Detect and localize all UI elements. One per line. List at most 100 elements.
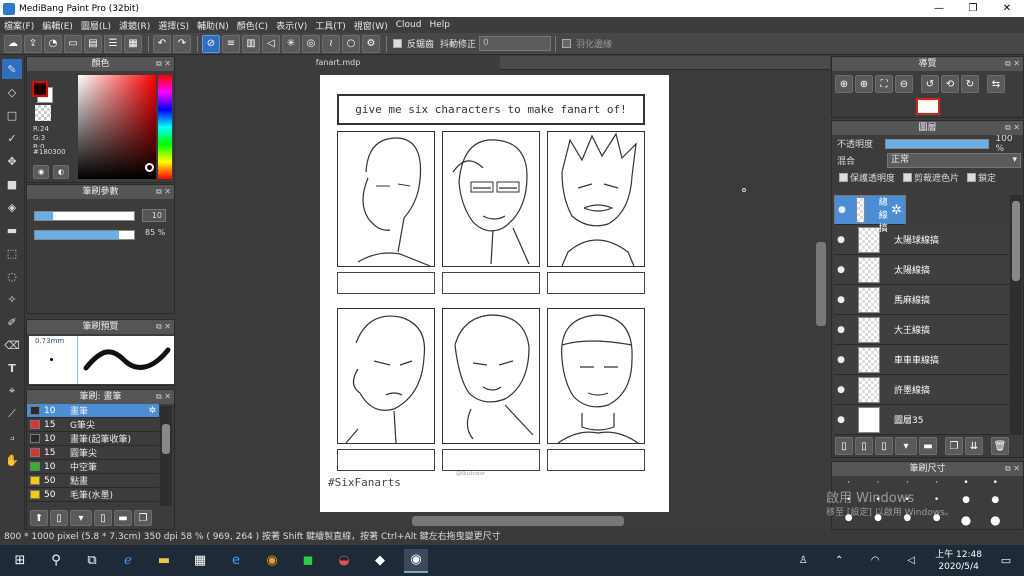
eye-icon[interactable]: ● bbox=[834, 295, 848, 305]
add-layer-menu-icon[interactable]: ▾ bbox=[895, 437, 917, 455]
layer-item[interactable]: ● 許墨線搞 bbox=[834, 375, 1009, 405]
fit-icon[interactable]: ⛶ bbox=[875, 75, 893, 93]
menu-help[interactable]: Help bbox=[425, 20, 454, 30]
new-halftone-layer-icon[interactable]: ▯ bbox=[855, 437, 873, 455]
panel-controls-icon[interactable]: ⧉ ✕ bbox=[1005, 57, 1020, 71]
medibang-taskbar-icon[interactable]: ◉ bbox=[404, 548, 428, 573]
brush-size-value[interactable]: 10 bbox=[142, 209, 166, 222]
list-icon[interactable]: ☰ bbox=[104, 34, 122, 53]
panel-controls-icon[interactable]: ⧉ ✕ bbox=[156, 57, 171, 71]
fill-rect-tool-icon[interactable]: ■ bbox=[2, 174, 22, 194]
menu-edit[interactable]: 編輯(E) bbox=[38, 19, 77, 32]
edge-icon[interactable]: ℯ bbox=[116, 549, 140, 573]
eye-icon[interactable]: ● bbox=[834, 355, 848, 365]
eye-icon[interactable]: ● bbox=[834, 265, 848, 275]
canvas-page[interactable]: give me six characters to make fanart of… bbox=[320, 75, 669, 512]
snap-off-icon[interactable]: ⊘ bbox=[202, 34, 220, 53]
trash-icon[interactable]: 🗑 bbox=[991, 437, 1009, 455]
restore-button[interactable]: ❐ bbox=[956, 0, 990, 17]
eye-icon[interactable]: ● bbox=[834, 415, 848, 425]
brush-item[interactable]: 10 中空筆 bbox=[27, 460, 159, 474]
volume-icon[interactable]: ◁ bbox=[899, 549, 923, 573]
menu-view[interactable]: 表示(V) bbox=[272, 19, 311, 32]
brush-item[interactable]: 10 畫筆(起筆收筆) bbox=[27, 432, 159, 446]
merge-layer-icon[interactable]: ⇊ bbox=[965, 437, 983, 455]
brush-copy-icon[interactable]: ❐ bbox=[134, 510, 152, 526]
paint-app-icon[interactable]: ◒ bbox=[332, 549, 356, 573]
correction-select[interactable]: 0 bbox=[479, 36, 552, 51]
search-icon[interactable]: ⚲ bbox=[44, 549, 68, 573]
undo-icon[interactable]: ↶ bbox=[153, 34, 171, 53]
person-icon[interactable]: ♙ bbox=[791, 549, 815, 573]
vertical-scrollbar[interactable] bbox=[814, 70, 828, 514]
minimize-button[interactable]: — bbox=[922, 0, 956, 17]
cloud-icon[interactable]: ☁ bbox=[4, 34, 22, 53]
brush-opacity-slider[interactable] bbox=[34, 230, 135, 240]
gradient-tool-icon[interactable]: ▬ bbox=[2, 220, 22, 240]
layer-item[interactable]: ● 圖層35 bbox=[834, 405, 1009, 435]
new-brush-icon[interactable]: ▯ bbox=[50, 510, 68, 526]
brush-list-scrollbar[interactable] bbox=[160, 406, 172, 506]
chrome-icon[interactable]: ◉ bbox=[260, 549, 284, 573]
gear-icon[interactable]: ✲ bbox=[891, 204, 902, 217]
add-brush-icon[interactable]: ⬆ bbox=[30, 510, 48, 526]
zoom-in-2-icon[interactable]: ⊕ bbox=[855, 75, 873, 93]
store-icon[interactable]: ▦ bbox=[188, 549, 212, 573]
comment-icon[interactable]: ◔ bbox=[44, 34, 62, 53]
panel-controls-icon[interactable]: ⧉ ✕ bbox=[156, 390, 171, 404]
brush-item[interactable]: 15 G筆尖 bbox=[27, 418, 159, 432]
menu-layer[interactable]: 圖層(L) bbox=[77, 19, 115, 32]
brush-item[interactable]: 15 圓筆尖 bbox=[27, 446, 159, 460]
select-eraser-icon[interactable]: ⌫ bbox=[2, 335, 22, 355]
select-tool-icon[interactable]: ⬚ bbox=[2, 243, 22, 263]
task-view-icon[interactable]: ⧉ bbox=[80, 549, 104, 573]
operation-tool-icon[interactable]: ⌖ bbox=[2, 381, 22, 401]
panel-controls-icon[interactable]: ⧉ ✕ bbox=[1005, 121, 1020, 135]
upload-icon[interactable]: ⇪ bbox=[24, 34, 42, 53]
canvas-area[interactable]: give me six characters to make fanart of… bbox=[176, 70, 830, 530]
panel-controls-icon[interactable]: ⧉ ✕ bbox=[156, 320, 171, 334]
select-pen-icon[interactable]: ✐ bbox=[2, 312, 22, 332]
lock-checkbox[interactable] bbox=[967, 173, 977, 182]
bucket-tool-icon[interactable]: ◈ bbox=[2, 197, 22, 217]
blend-mode-select[interactable]: 正常 ▾ bbox=[887, 153, 1021, 168]
navigator-thumbnail[interactable] bbox=[916, 98, 940, 115]
grid-icon[interactable]: ▦ bbox=[124, 34, 142, 53]
brush-item[interactable]: 50 點畫 bbox=[27, 474, 159, 488]
text-tool-icon[interactable]: T bbox=[2, 358, 22, 378]
brush-tool-icon[interactable]: ✎ bbox=[2, 59, 22, 79]
menu-color[interactable]: 顏色(C) bbox=[233, 19, 272, 32]
primary-color-swatch[interactable] bbox=[32, 81, 48, 97]
brush-folder-icon[interactable]: ▬ bbox=[114, 510, 132, 526]
snap-parallel-icon[interactable]: ≡ bbox=[222, 34, 240, 53]
snap-cross-icon[interactable]: ▥ bbox=[242, 34, 260, 53]
transparent-swatch[interactable] bbox=[35, 105, 51, 121]
snap-curve-icon[interactable]: ≀ bbox=[322, 34, 340, 53]
close-button[interactable]: ✕ bbox=[990, 0, 1024, 17]
eraser-tool-icon[interactable]: ◇ bbox=[2, 82, 22, 102]
layer-list-scrollbar[interactable] bbox=[1010, 195, 1022, 435]
file-explorer-icon[interactable]: ▬ bbox=[152, 549, 176, 573]
layer-item[interactable]: ● 大王線搞 bbox=[834, 315, 1009, 345]
divide-tool-icon[interactable]: ⟋ bbox=[2, 404, 22, 424]
protect-alpha-checkbox[interactable] bbox=[839, 173, 848, 182]
add-color-icon[interactable]: ◉ bbox=[33, 165, 49, 179]
panel-controls-icon[interactable]: ⧉ ✕ bbox=[156, 185, 171, 199]
snap-radial-icon[interactable]: ✳ bbox=[282, 34, 300, 53]
menu-file[interactable]: 檔案(F) bbox=[0, 19, 38, 32]
menu-select[interactable]: 選擇(S) bbox=[154, 19, 193, 32]
pen-tool-icon[interactable]: ✓ bbox=[2, 128, 22, 148]
rotate-reset-icon[interactable]: ⟲ bbox=[941, 75, 959, 93]
eye-icon[interactable]: ● bbox=[834, 385, 848, 395]
flip-icon[interactable]: ⇆ bbox=[987, 75, 1005, 93]
menu-cloud[interactable]: Cloud bbox=[392, 20, 426, 30]
hand-tool-icon[interactable]: ✋ bbox=[2, 450, 22, 470]
brush-page-icon[interactable]: ▯ bbox=[94, 510, 112, 526]
snap-ring-icon[interactable]: ○ bbox=[342, 34, 360, 53]
snap-perspective-icon[interactable]: ◁ bbox=[262, 34, 280, 53]
palette-icon[interactable]: ◐ bbox=[53, 165, 69, 179]
settings-icon[interactable]: ⚙ bbox=[362, 34, 380, 53]
zoom-in-icon[interactable]: ⊕ bbox=[835, 75, 853, 93]
brush-size-slider[interactable] bbox=[34, 211, 135, 221]
menu-filter[interactable]: 濾鏡(R) bbox=[115, 19, 154, 32]
